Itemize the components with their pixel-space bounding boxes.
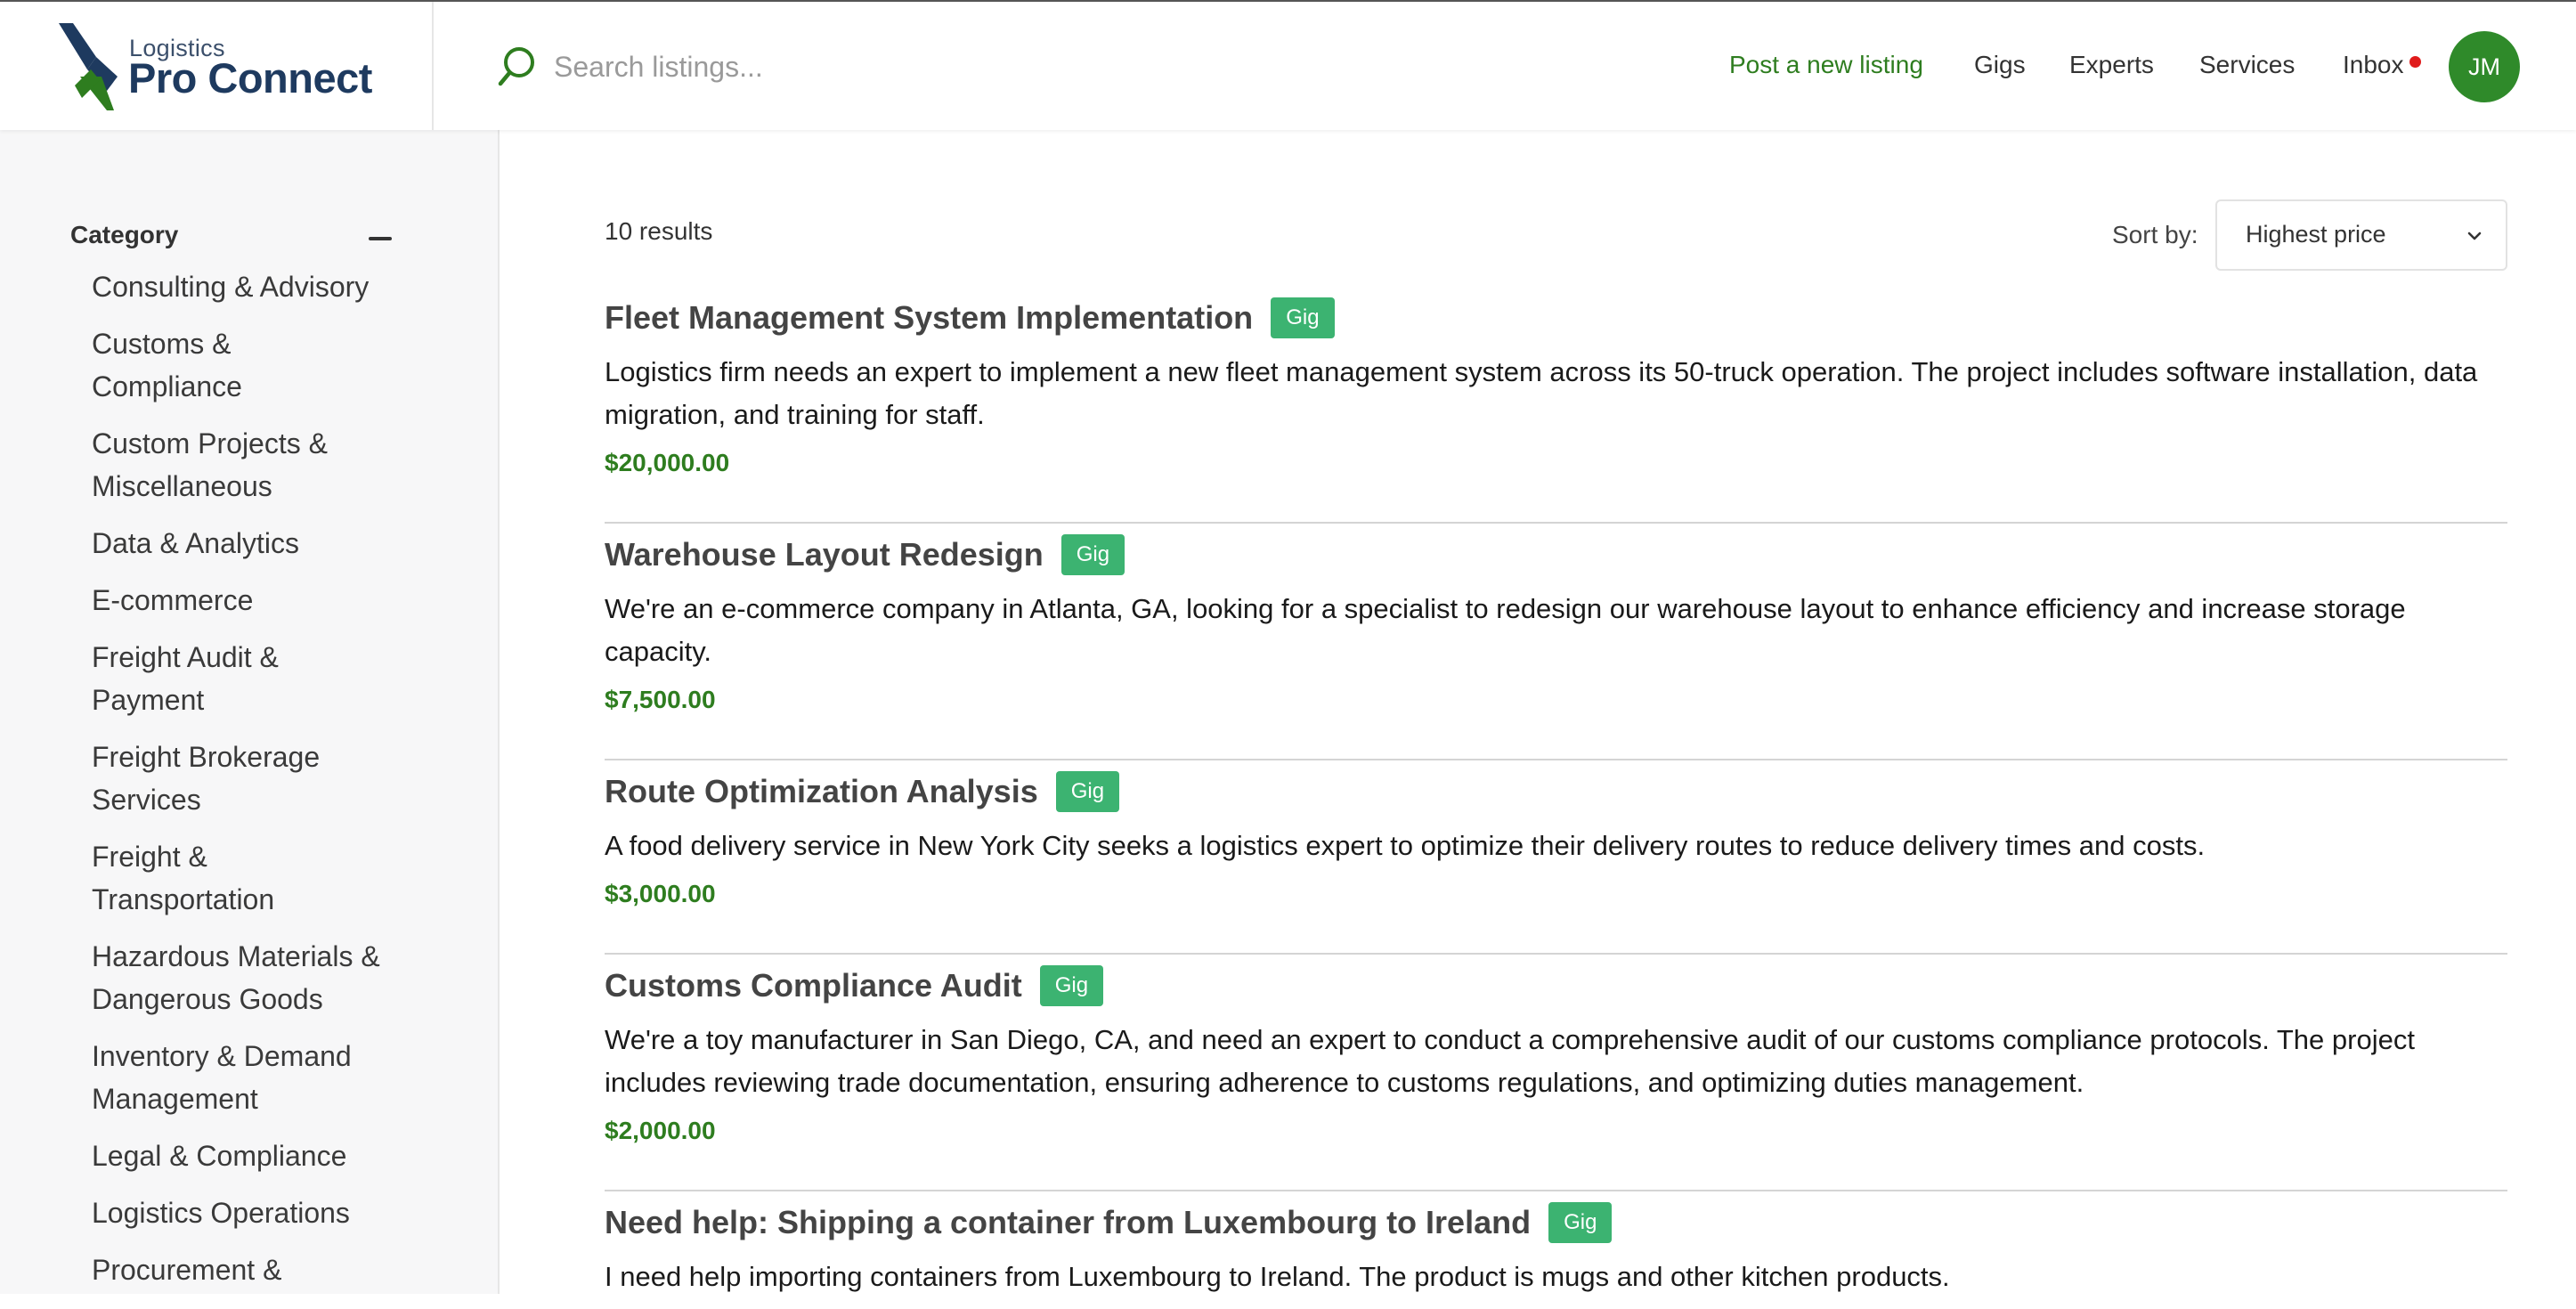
category-item[interactable]: Inventory & Demand Management	[92, 1035, 412, 1134]
collapse-minus-icon[interactable]	[369, 237, 392, 240]
listing-title[interactable]: Route Optimization Analysis	[605, 773, 1038, 810]
category-item[interactable]: Hazardous Materials & Dangerous Goods	[92, 935, 412, 1035]
listing-item[interactable]: Customs Compliance Audit Gig We're a toy m…	[605, 965, 2507, 1191]
gig-badge: Gig	[1055, 771, 1120, 812]
category-item-label: Inventory & Demand	[92, 1040, 352, 1072]
listing-title-row: Warehouse Layout Redesign Gig	[605, 534, 1125, 582]
category-item-label: Hazardous Materials &	[92, 940, 380, 972]
sort-label: Sort by:	[2112, 221, 2198, 248]
category-item[interactable]: Legal & Compliance	[92, 1134, 412, 1191]
chevron-down-icon	[2467, 232, 2482, 240]
listing-title-row: Need help: Shipping a container from Lux…	[605, 1202, 1613, 1250]
listing-description: I need help importing containers from Lu…	[605, 1261, 1950, 1292]
category-item-label: Procurement &	[92, 1254, 282, 1286]
listing-item[interactable]: Fleet Management System Implementation Gi…	[605, 297, 2507, 524]
nav-gigs-link[interactable]: Gigs	[1974, 51, 2026, 79]
listing-title[interactable]: Warehouse Layout Redesign	[605, 536, 1044, 573]
post-listing-link[interactable]: Post a new listing	[1729, 51, 1923, 79]
category-item-label: Custom Projects &	[92, 427, 328, 459]
category-item-label: Payment	[92, 684, 205, 716]
listings-main: 10 results Sort by: Highest price Fleet …	[500, 130, 2576, 1294]
gig-badge: Gig	[1039, 965, 1104, 1006]
listing-item[interactable]: Warehouse Layout Redesign Gig We're an e-c…	[605, 534, 2507, 760]
category-item-label: Freight Brokerage	[92, 741, 321, 773]
listing-description: We're an e-commerce company in Atlanta, …	[605, 593, 2406, 667]
category-item[interactable]: Freight Audit & Payment	[92, 636, 412, 736]
category-item-label: Services	[92, 784, 201, 816]
gig-badge: Gig	[1060, 534, 1125, 575]
category-item-label: Consulting & Advisory	[92, 271, 370, 303]
listing-title-row: Customs Compliance Audit Gig	[605, 965, 1104, 1013]
listing-description: Logistics firm needs an expert to implem…	[605, 356, 2478, 430]
category-item-label: Freight Audit &	[92, 641, 279, 673]
nav-inbox-link[interactable]: Inbox	[2343, 51, 2404, 79]
category-item[interactable]: Data & Analytics	[92, 522, 412, 579]
search-input[interactable]	[554, 43, 1177, 91]
listing-title[interactable]: Fleet Management System Implementation	[605, 299, 1253, 337]
listing-description: A food delivery service in New York City…	[605, 830, 2206, 861]
results-count: 10 results	[605, 217, 713, 245]
user-avatar[interactable]: JM	[2449, 31, 2520, 102]
category-item[interactable]: Consulting & Advisory	[92, 265, 412, 322]
logo-mark-icon	[59, 23, 118, 110]
listing-title[interactable]: Customs Compliance Audit	[605, 967, 1022, 1004]
category-item-label: Management	[92, 1083, 258, 1115]
category-item-label: Freight &	[92, 841, 207, 873]
category-item-label: E-commerce	[92, 584, 254, 616]
category-item[interactable]: Custom Projects & Miscellaneous	[92, 422, 412, 522]
brand-logo[interactable]: Logistics Pro Connect	[0, 2, 434, 130]
listing-price: $3,000.00	[605, 880, 716, 907]
sort-selected-value: Highest price	[2246, 221, 2386, 248]
category-item-label: Compliance	[92, 370, 242, 402]
listing-description: We're a toy manufacturer in San Diego, C…	[605, 1024, 2415, 1098]
category-item-label: Dangerous Goods	[92, 983, 323, 1015]
category-item-label: Logistics Operations	[92, 1197, 350, 1229]
nav-experts-link[interactable]: Experts	[2069, 51, 2154, 79]
category-item[interactable]: E-commerce	[92, 579, 412, 636]
top-navigation-bar: Logistics Pro Connect Post a new listing…	[0, 0, 2576, 130]
listing-item[interactable]: Route Optimization Analysis Gig A food del…	[605, 771, 2507, 955]
category-item-label: Legal & Compliance	[92, 1140, 347, 1172]
sort-dropdown[interactable]: Highest price	[2215, 199, 2507, 271]
listing-item[interactable]: Need help: Shipping a container from Lux…	[605, 1202, 2507, 1309]
category-item[interactable]: Logistics Operations	[92, 1191, 412, 1248]
notification-dot-icon	[2409, 56, 2421, 68]
category-heading: Category	[70, 221, 179, 248]
category-item[interactable]: Procurement &	[92, 1248, 412, 1294]
listing-title-row: Fleet Management System Implementation Gi…	[605, 297, 1335, 346]
category-sidebar: Category Consulting & Advisory Customs & C…	[0, 130, 500, 1294]
listing-title[interactable]: Need help: Shipping a container from Lux…	[605, 1204, 1531, 1241]
category-item-label: Data & Analytics	[92, 527, 299, 559]
gig-badge: Gig	[1548, 1202, 1613, 1243]
category-list: Consulting & Advisory Customs & Compliance…	[92, 265, 412, 1294]
brand-name-large: Pro Connect	[128, 54, 372, 102]
category-item-label: Transportation	[92, 883, 275, 915]
category-item-label: Customs &	[92, 328, 232, 360]
category-item-label: Miscellaneous	[92, 470, 272, 502]
search-icon[interactable]	[497, 45, 536, 88]
category-item[interactable]: Freight & Transportation	[92, 835, 412, 935]
category-item[interactable]: Customs & Compliance	[92, 322, 412, 422]
gig-badge: Gig	[1271, 297, 1335, 338]
listing-price: $20,000.00	[605, 449, 730, 476]
listing-price: $7,500.00	[605, 686, 716, 713]
category-item[interactable]: Freight Brokerage Services	[92, 736, 412, 835]
nav-services-link[interactable]: Services	[2199, 51, 2295, 79]
listing-price: $2,000.00	[605, 1117, 716, 1144]
listing-title-row: Route Optimization Analysis Gig	[605, 771, 1120, 819]
